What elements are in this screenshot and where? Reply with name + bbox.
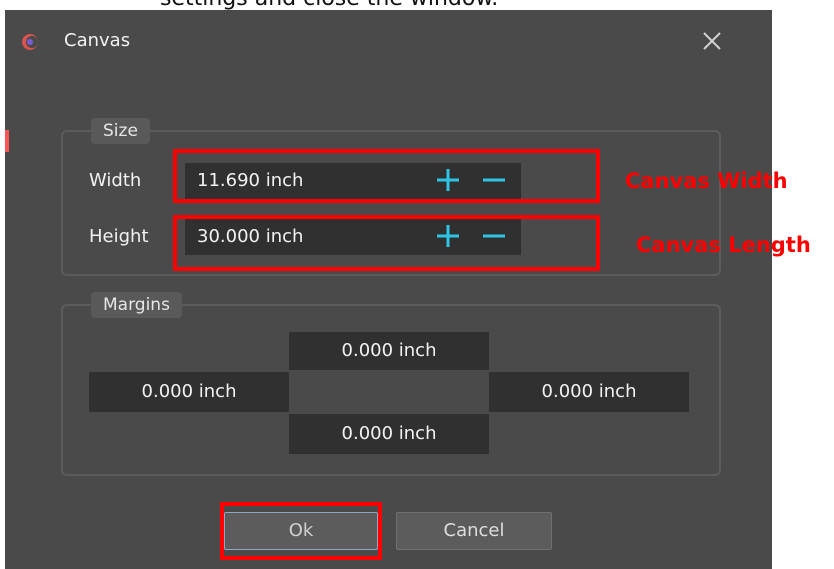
cancel-button[interactable]: Cancel (396, 512, 552, 550)
margin-right-field[interactable]: 0.000 inch (489, 372, 689, 412)
canvas-width-annotation: Canvas Width (625, 169, 788, 193)
margin-bottom-field[interactable]: 0.000 inch (289, 414, 489, 454)
edge-marker (5, 130, 9, 152)
close-icon[interactable] (701, 30, 723, 52)
canvas-length-annotation: Canvas Length (636, 233, 811, 257)
margins-group-label: Margins (91, 292, 182, 318)
canvas-dialog: Canvas Size Width 11.690 inch Height 30.… (5, 10, 772, 569)
canvas-app-icon (22, 34, 38, 50)
ok-highlight-box (220, 502, 382, 560)
width-highlight-box (173, 149, 600, 203)
title-bar: Canvas (5, 10, 772, 75)
margin-top-field[interactable]: 0.000 inch (289, 332, 489, 370)
dialog-title: Canvas (64, 30, 131, 51)
height-label: Height (89, 226, 149, 247)
height-highlight-box (173, 215, 600, 271)
size-group-label: Size (91, 118, 150, 144)
width-label: Width (89, 170, 142, 191)
margin-left-field[interactable]: 0.000 inch (89, 372, 289, 412)
